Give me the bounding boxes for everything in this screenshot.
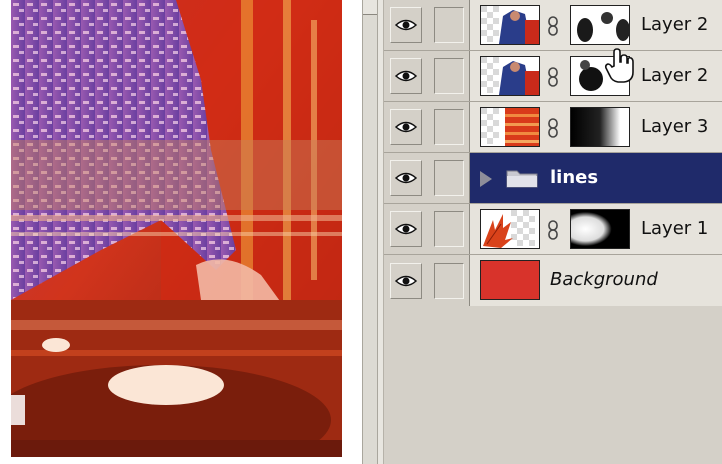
layer-row[interactable]: Layer 2 (384, 51, 722, 102)
stripes-thumbnail (481, 108, 539, 146)
leaf-thumbnail (481, 210, 539, 248)
mask-thumbnail (571, 210, 629, 248)
layer-mask-thumbnail[interactable] (570, 209, 630, 249)
eye-icon (395, 70, 417, 82)
link-toggle[interactable] (428, 204, 470, 254)
layer-thumbnail[interactable] (480, 209, 540, 249)
link-toggle[interactable] (428, 102, 470, 152)
visibility-toggle[interactable] (384, 0, 428, 50)
triangle-right-icon[interactable] (480, 171, 492, 187)
visibility-toggle[interactable] (384, 204, 428, 254)
link-toggle[interactable] (428, 51, 470, 101)
eye-icon (395, 275, 417, 286)
mask-thumbnail (571, 108, 629, 146)
layer-name[interactable]: Layer 2 (641, 0, 708, 50)
group-name[interactable]: lines (550, 153, 598, 203)
layer-name[interactable]: Layer 2 (641, 51, 708, 101)
panel-resize-strip[interactable] (362, 0, 378, 464)
figure-thumbnail (481, 57, 539, 95)
layer-row[interactable]: Layer 3 (384, 102, 722, 153)
chain-link-icon[interactable] (546, 220, 560, 240)
figure-thumbnail (481, 6, 539, 44)
link-toggle[interactable] (428, 255, 470, 306)
link-toggle[interactable] (428, 153, 470, 203)
canvas-artwork (11, 0, 342, 457)
layer-group-row[interactable]: lines (384, 153, 722, 204)
layer-thumbnail[interactable] (480, 56, 540, 96)
layer-row[interactable]: Layer 2 (384, 0, 722, 51)
link-toggle[interactable] (428, 0, 470, 50)
chain-link-icon[interactable] (546, 67, 560, 87)
background-thumbnail[interactable] (480, 260, 540, 300)
eye-icon (395, 223, 417, 235)
chain-link-icon[interactable] (546, 16, 560, 36)
layer-thumbnail[interactable] (480, 5, 540, 45)
visibility-toggle[interactable] (384, 102, 428, 152)
hand-cursor-icon (604, 48, 634, 83)
visibility-toggle[interactable] (384, 255, 428, 306)
document-canvas[interactable] (11, 0, 342, 457)
visibility-toggle[interactable] (384, 153, 428, 203)
chain-link-icon[interactable] (546, 118, 560, 138)
layer-row[interactable]: Layer 1 (384, 204, 722, 255)
eye-icon (395, 19, 417, 31)
layer-mask-thumbnail[interactable] (570, 5, 630, 45)
layer-row-background[interactable]: Background (384, 255, 722, 348)
eye-icon (395, 172, 417, 184)
eye-icon (395, 121, 417, 133)
layer-name[interactable]: Layer 1 (641, 204, 708, 254)
layer-name[interactable]: Layer 3 (641, 102, 708, 152)
layer-mask-thumbnail[interactable] (570, 107, 630, 147)
strip-handle[interactable] (363, 0, 377, 15)
folder-icon (506, 170, 538, 188)
mask-thumbnail (571, 6, 629, 44)
layer-thumbnail[interactable] (480, 107, 540, 147)
visibility-toggle[interactable] (384, 51, 428, 101)
layer-name[interactable]: Background (550, 255, 658, 305)
